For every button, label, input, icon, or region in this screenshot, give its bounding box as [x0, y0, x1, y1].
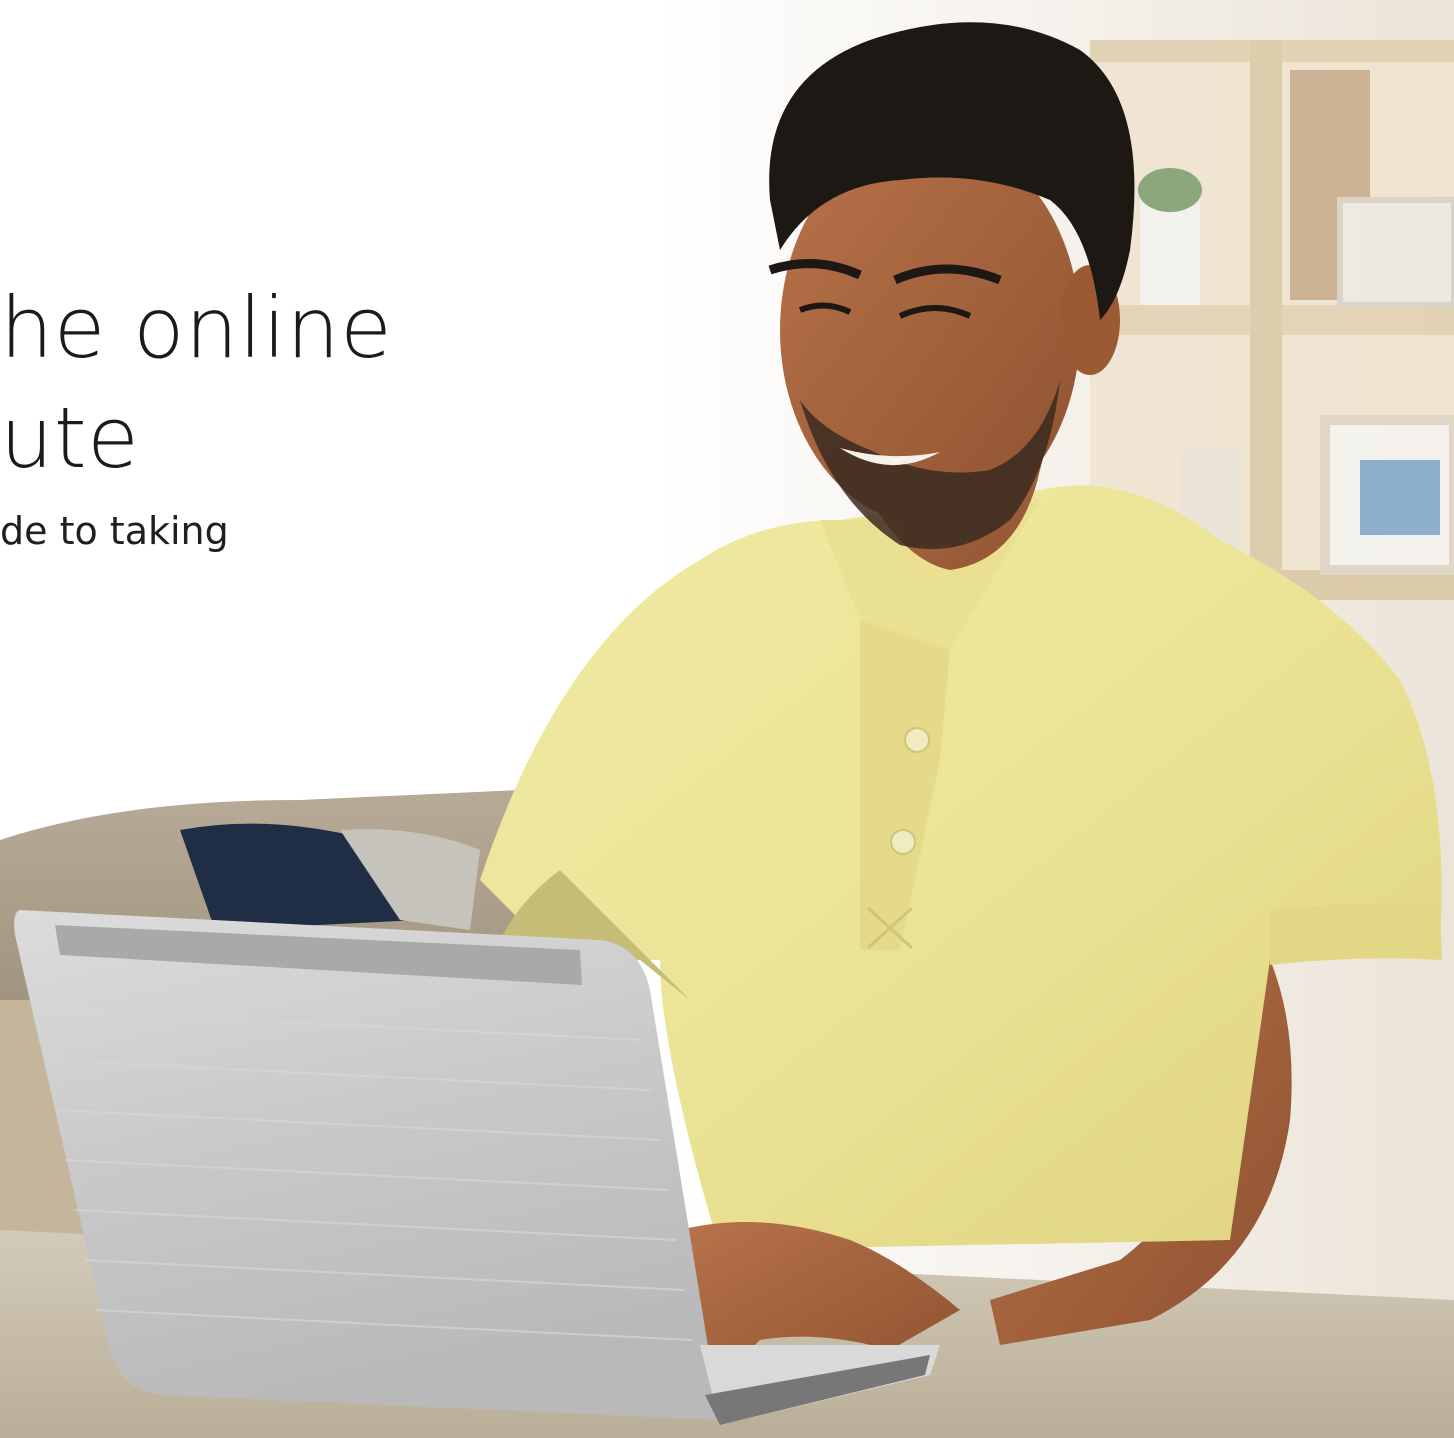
hero-subtitle: de to taking: [0, 509, 229, 553]
hero-headline-line-1: he online: [0, 279, 393, 377]
hero-banner: he online ute de to taking: [0, 0, 1454, 1438]
hero-headline-line-2: ute: [0, 389, 140, 487]
hero-photo: [0, 0, 1454, 1438]
